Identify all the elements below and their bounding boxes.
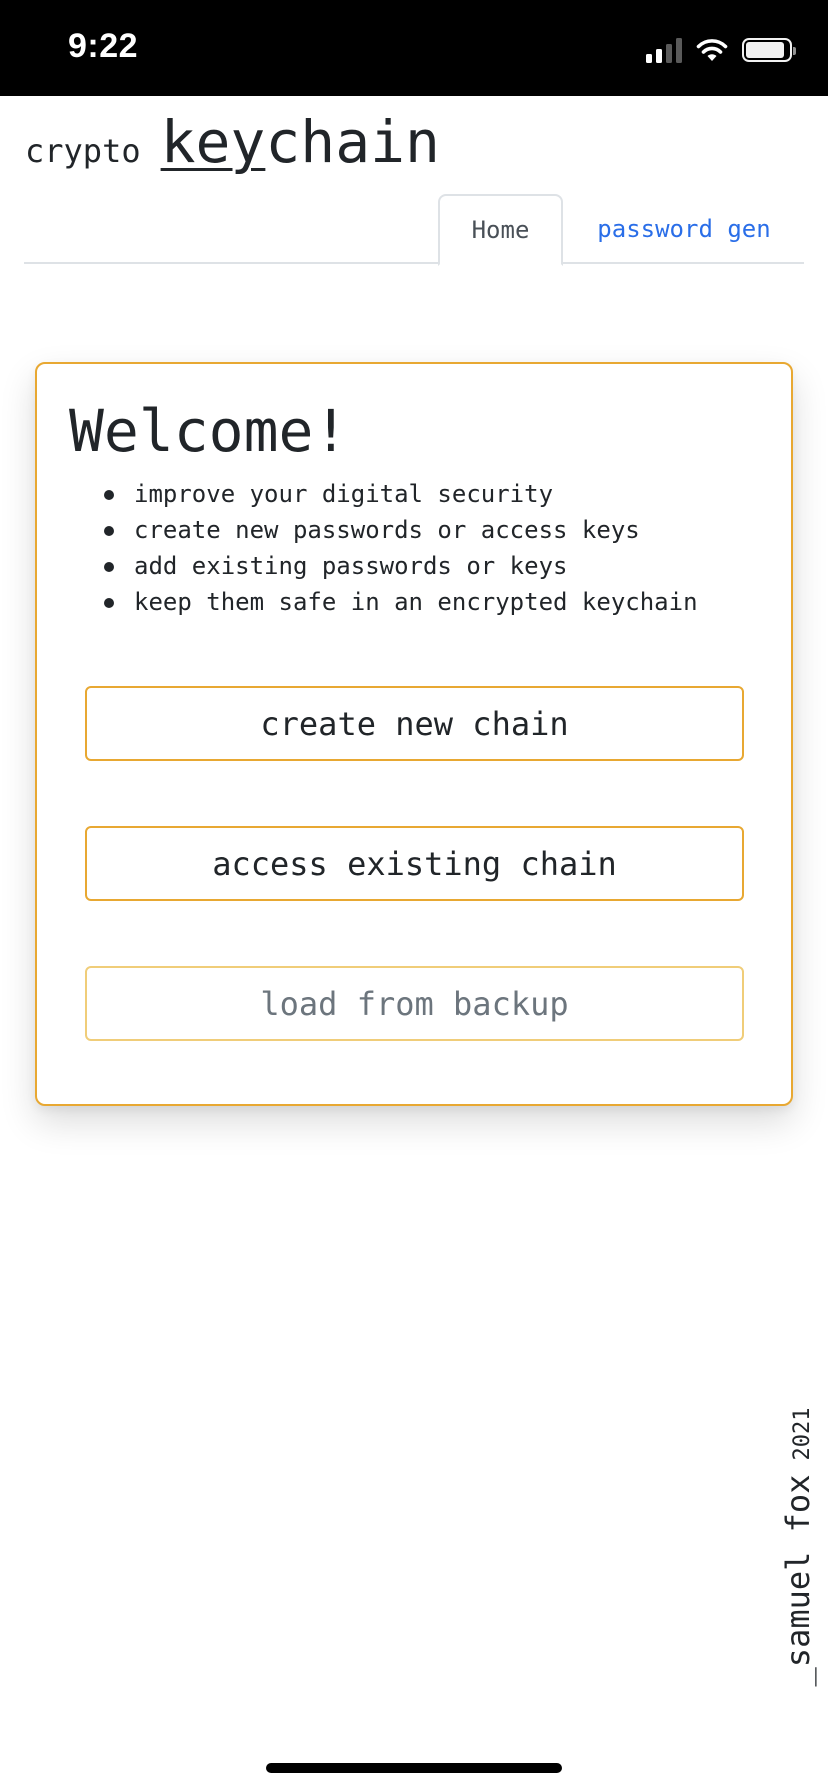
credit-name: _samuel fox bbox=[779, 1474, 817, 1687]
access-existing-chain-button[interactable]: access existing chain bbox=[85, 826, 744, 901]
cellular-signal-icon bbox=[646, 37, 682, 63]
brand-title-rest: chain bbox=[265, 108, 440, 176]
list-item: keep them safe in an encrypted keychain bbox=[104, 584, 698, 620]
create-new-chain-button[interactable]: create new chain bbox=[85, 686, 744, 761]
brand-title: keychain bbox=[161, 108, 440, 176]
author-credit: _samuel fox 2021 bbox=[779, 1408, 817, 1687]
welcome-card: Welcome! improve your digital security c… bbox=[35, 362, 793, 1106]
list-item: add existing passwords or keys bbox=[104, 548, 698, 584]
status-time: 9:22 bbox=[68, 27, 139, 65]
status-bar: 9:22 bbox=[0, 0, 828, 96]
tab-password-gen[interactable]: password gen bbox=[568, 194, 800, 264]
status-icons bbox=[646, 36, 796, 64]
home-indicator[interactable] bbox=[266, 1763, 562, 1773]
tab-home[interactable]: Home bbox=[438, 194, 563, 266]
feature-list: improve your digital security create new… bbox=[104, 476, 698, 620]
wifi-icon bbox=[696, 39, 728, 61]
nav-tabs: Home password gen bbox=[24, 194, 804, 266]
brand-prefix: crypto bbox=[25, 132, 141, 170]
load-from-backup-button[interactable]: load from backup bbox=[85, 966, 744, 1041]
battery-icon bbox=[742, 38, 796, 62]
list-item: improve your digital security bbox=[104, 476, 698, 512]
brand-title-key: key bbox=[160, 108, 266, 176]
app-brand: crypto keychain bbox=[25, 108, 440, 176]
welcome-title: Welcome! bbox=[69, 397, 349, 465]
list-item: create new passwords or access keys bbox=[104, 512, 698, 548]
credit-year: 2021 bbox=[790, 1407, 815, 1461]
